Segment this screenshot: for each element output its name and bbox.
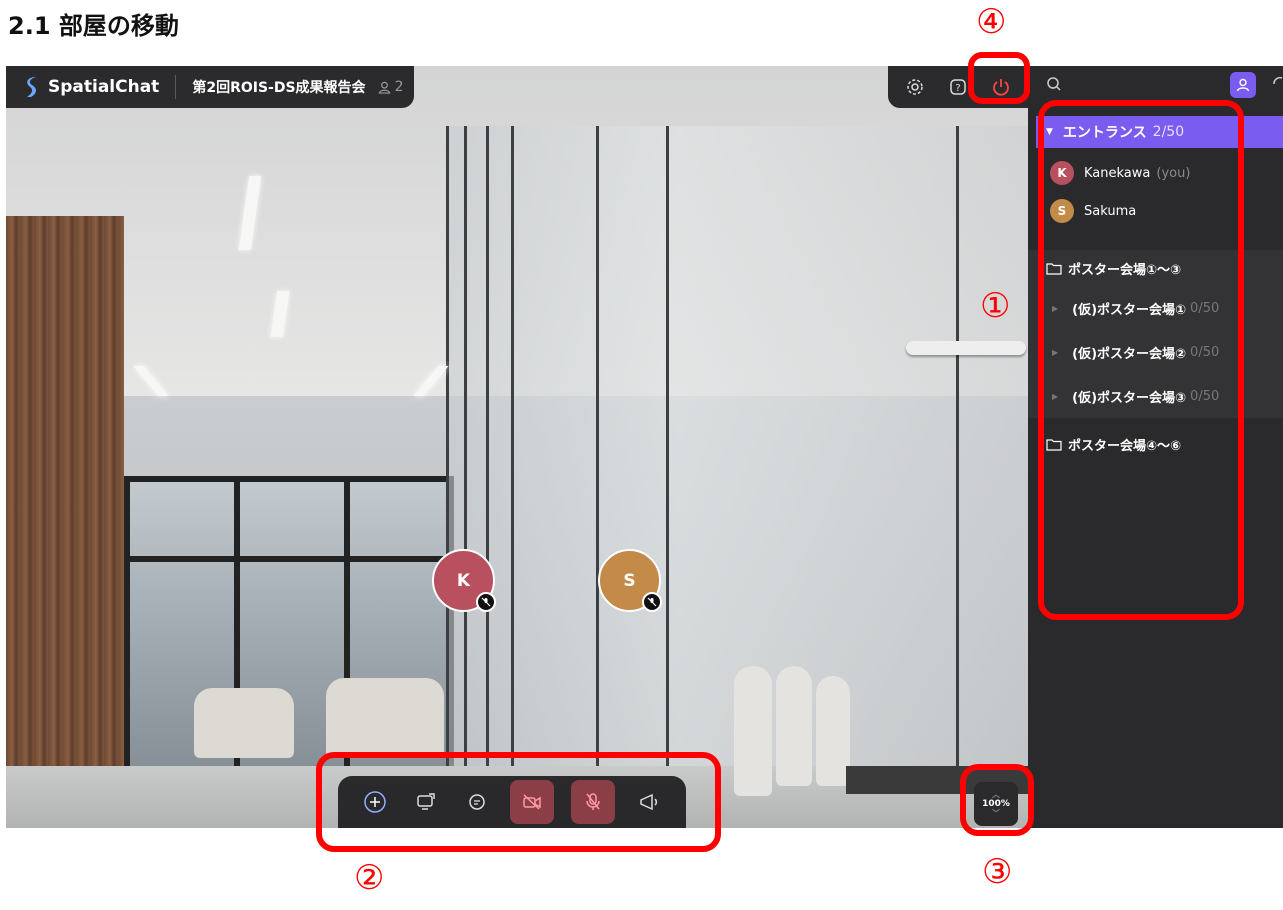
brand-name: SpatialChat <box>48 77 160 97</box>
user-count-value: 2 <box>394 79 404 95</box>
chat-icon[interactable] <box>1272 76 1283 94</box>
office-chair <box>816 676 850 786</box>
person-icon <box>1236 78 1250 92</box>
gear-icon <box>907 79 924 95</box>
annotation-number-3: ③ <box>982 852 1013 892</box>
muted-mic-icon <box>476 592 496 612</box>
user-count[interactable]: 2 <box>378 79 404 95</box>
annotation-box-4 <box>968 52 1030 104</box>
event-name[interactable]: 第2回ROIS-DS成果報告会 <box>192 77 365 97</box>
office-chair <box>734 666 772 796</box>
room-canvas[interactable]: K S <box>6 66 1028 828</box>
annotation-box-1 <box>1038 100 1244 620</box>
settings-button[interactable] <box>902 74 928 100</box>
lounge-chair <box>194 688 294 758</box>
muted-mic-icon <box>642 592 662 612</box>
person-icon <box>378 81 390 94</box>
annotation-number-1: ① <box>980 286 1011 326</box>
svg-text:?: ? <box>955 83 960 94</box>
avatar-initial: K <box>456 570 471 591</box>
annotation-box-3 <box>960 764 1034 836</box>
office-chair <box>776 666 812 786</box>
spatialchat-logo-icon <box>27 77 36 97</box>
help-icon: ? <box>950 79 966 95</box>
document-heading: 2.1 部屋の移動 <box>8 12 179 40</box>
wood-wall <box>6 216 124 828</box>
avatar-initial: S <box>623 570 636 591</box>
annotation-number-2: ② <box>354 858 385 898</box>
room-header: SpatialChat 第2回ROIS-DS成果報告会 2 <box>6 66 414 108</box>
people-tab-button[interactable] <box>1230 72 1256 98</box>
search-icon[interactable] <box>1046 76 1062 92</box>
annotation-number-4: ④ <box>976 2 1007 42</box>
lounge-chair <box>326 678 444 758</box>
divider <box>175 75 177 99</box>
pendant-lamp <box>906 341 1026 355</box>
annotation-box-2 <box>316 752 721 852</box>
